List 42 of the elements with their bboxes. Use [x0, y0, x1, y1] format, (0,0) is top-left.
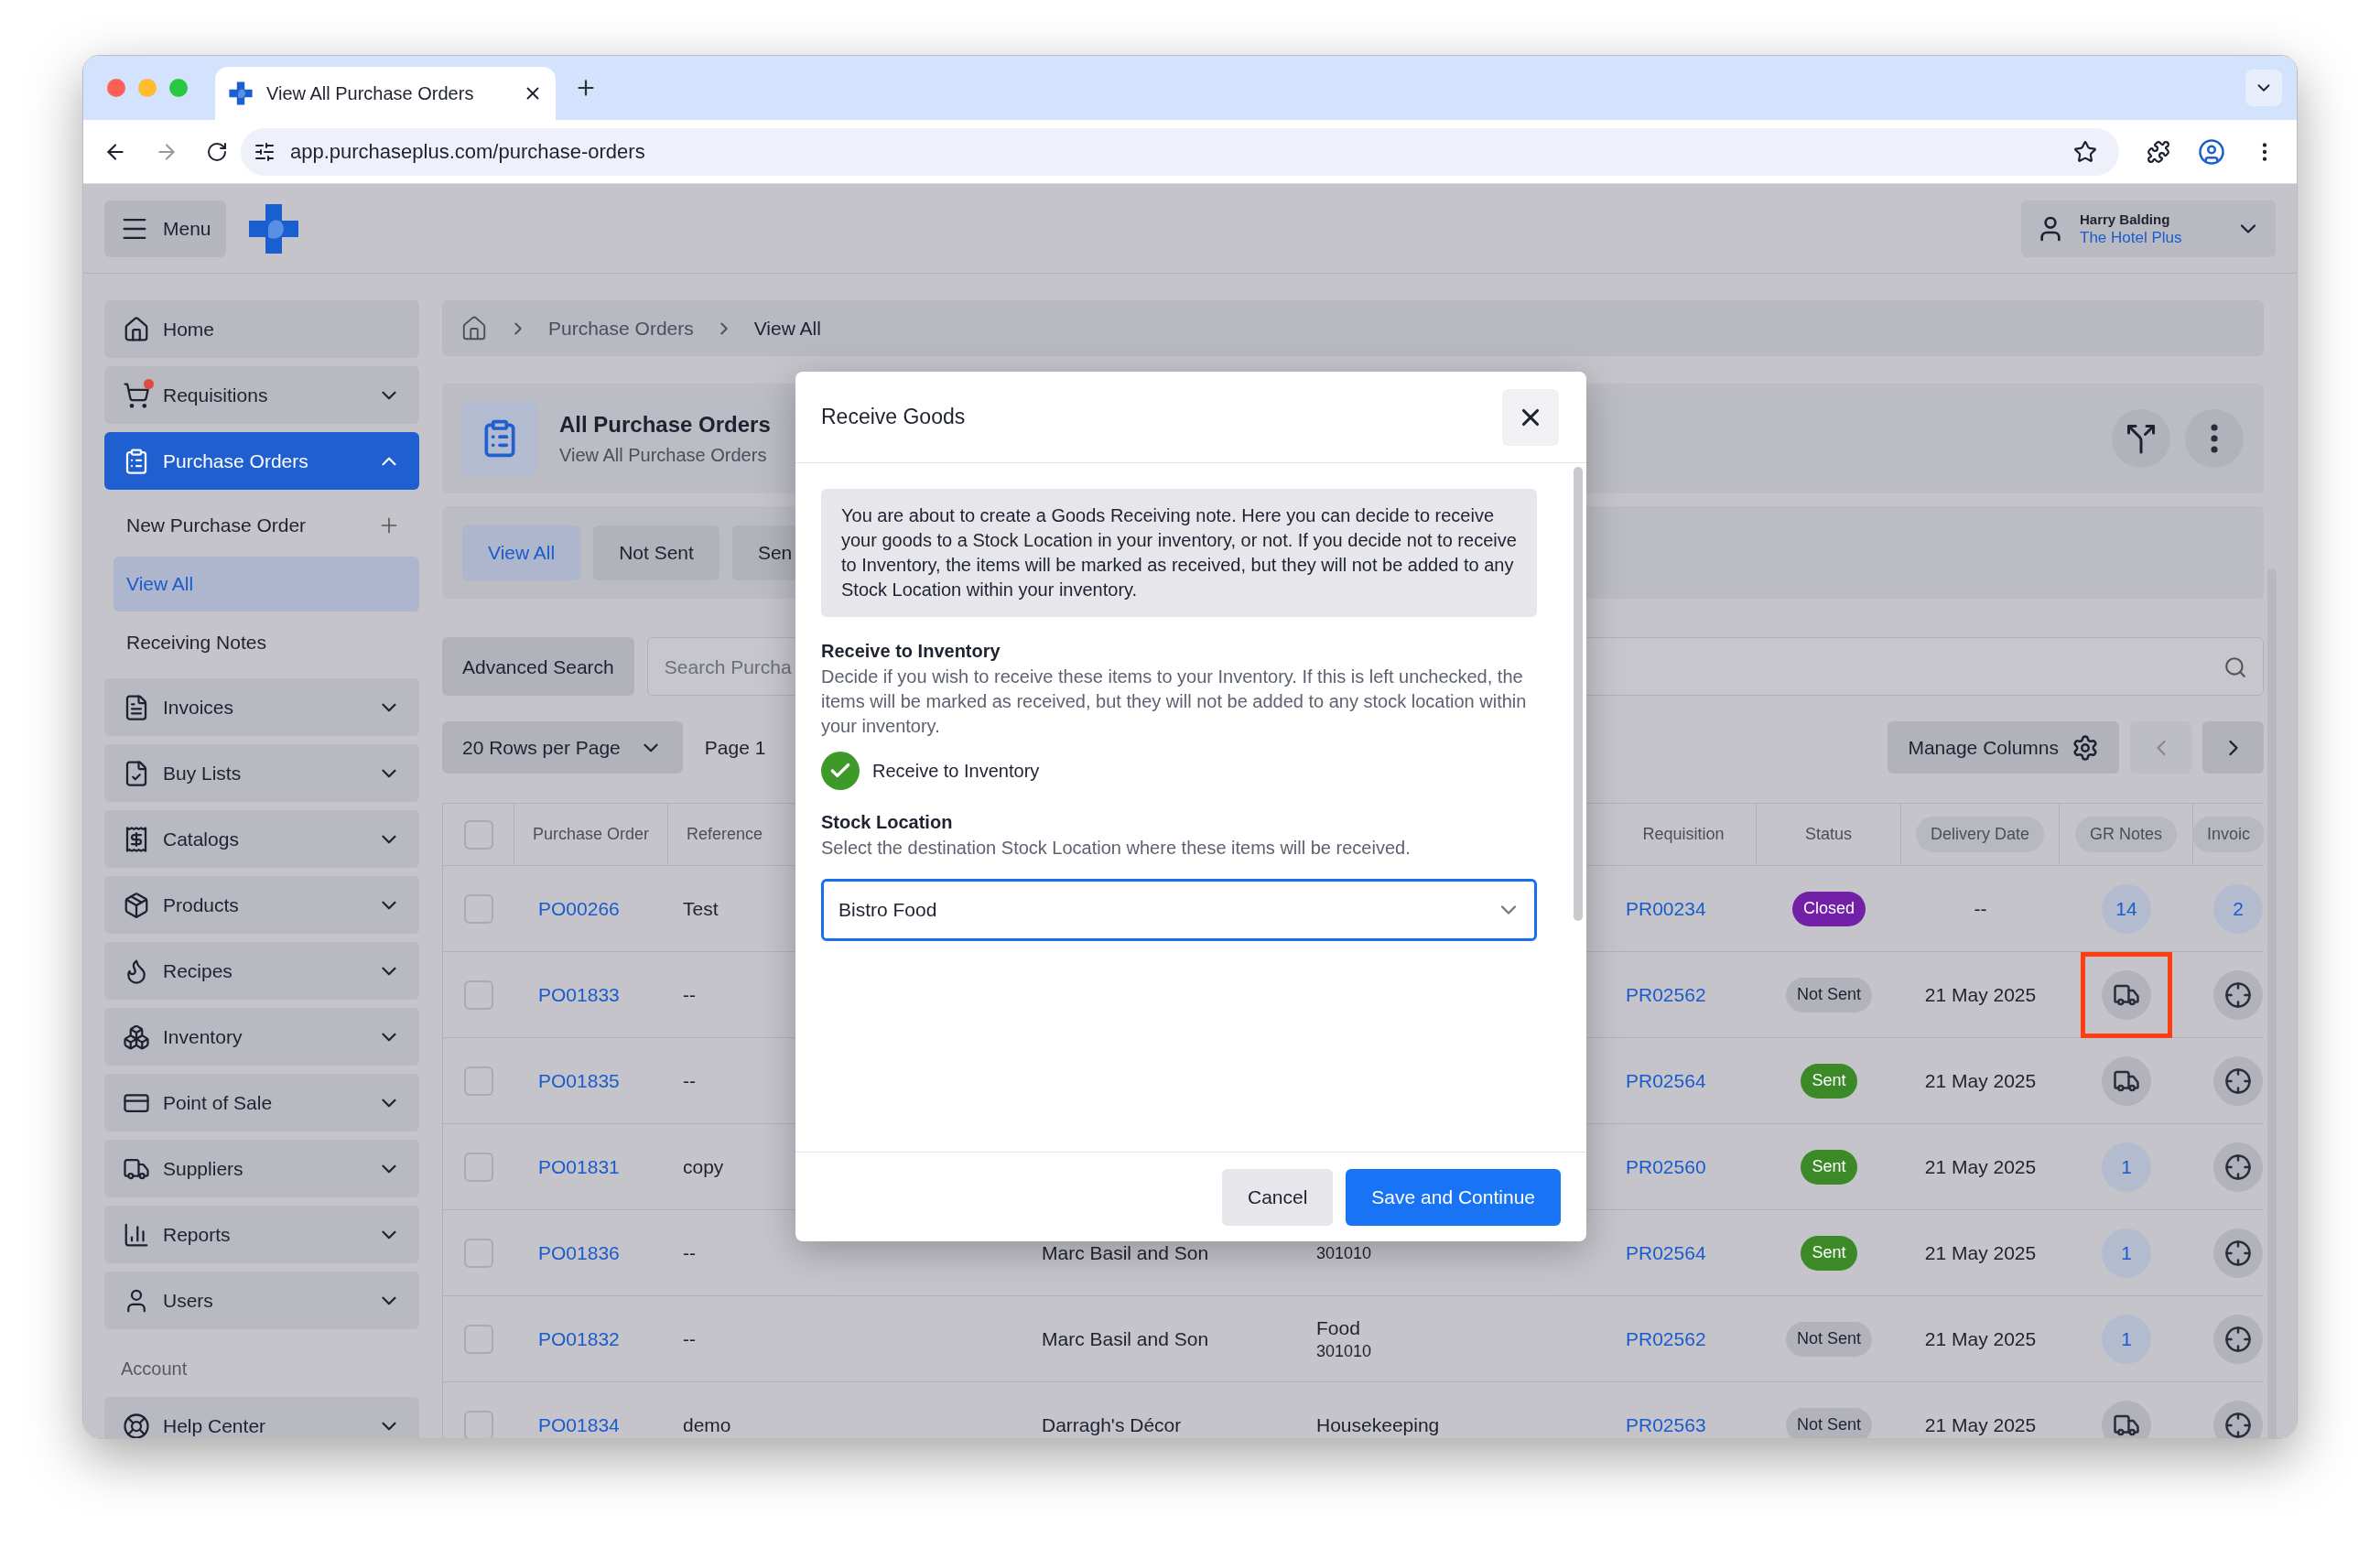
- status-badge: Not Sent: [1785, 1407, 1872, 1438]
- table-cell-text: Test: [683, 897, 719, 922]
- table-cell-text: demo: [683, 1413, 731, 1438]
- status-badge: Closed: [1792, 891, 1866, 926]
- table-cell-text: 21 May 2025: [1924, 1069, 2037, 1094]
- tab-title: View All Purchase Orders: [266, 82, 475, 105]
- table-cell-text: 21 May 2025: [1924, 983, 2037, 1008]
- status-badge: Sent: [1801, 1149, 1857, 1185]
- table-cell-text: copy: [683, 1155, 724, 1180]
- organisation-name: The Hotel Plus: [2080, 228, 2183, 247]
- table-cell-text: --: [683, 983, 696, 1008]
- page-title: All Purchase Orders: [559, 411, 771, 439]
- table-cell-text: 301010: [1316, 1242, 1372, 1264]
- table-cell-text: Darragh's Décor: [1042, 1413, 1182, 1438]
- table-cell-text: --: [683, 1069, 696, 1094]
- table-cell: Housekeeping: [1316, 1413, 1440, 1437]
- section-heading: Stock Location: [821, 811, 954, 834]
- table-cell-text: 21 May 2025: [1924, 1241, 2037, 1266]
- page-subtitle: View All Purchase Orders: [559, 444, 767, 468]
- table-cell-text: --: [1974, 897, 1987, 922]
- section-heading: Account: [120, 1358, 189, 1380]
- table-cell-text: 301010: [1316, 1340, 1372, 1362]
- page-number: Page 1: [704, 736, 766, 761]
- checkbox-label: Receive to Inventory: [872, 760, 1040, 783]
- status-badge: Not Sent: [1785, 977, 1872, 1012]
- table-cell-text: 21 May 2025: [1924, 1327, 2037, 1352]
- table-cell-text: --: [683, 1327, 696, 1352]
- table-cell-text: 21 May 2025: [1924, 1413, 2037, 1438]
- user-name: Harry Balding: [2080, 210, 2171, 229]
- section-description: Select the destination Stock Location where these items will be received.: [821, 837, 1412, 860]
- info-message: You are about to create a Goods Receiving note. Here you can decide to receive your goods to a Stock Location in your inventory, or not. If you decide not to receive to Inventory, the items will be marked as received, but they will not be added to any Stock Location within your inventory.: [821, 489, 1537, 617]
- table-cell: Food: [1316, 1315, 1360, 1340]
- dialog-title: Receive Goods: [821, 404, 967, 431]
- status-badge: Sent: [1801, 1063, 1857, 1099]
- section-description: Decide if you wish to receive these items to your Inventory. If this is left unchecked, the items will be marked as received, but they will not be added to any stock location within your inventory.: [821, 666, 1528, 738]
- status-badge: Not Sent: [1785, 1321, 1872, 1357]
- table-cell-text: --: [683, 1241, 696, 1266]
- status-badge: Sent: [1801, 1235, 1857, 1271]
- table-cell-text: Marc Basil and Son: [1042, 1241, 1209, 1266]
- table-cell-text: Marc Basil and Son: [1042, 1327, 1209, 1352]
- section-heading: Receive to Inventory: [821, 640, 1001, 663]
- table-cell-text: 21 May 2025: [1924, 1155, 2037, 1180]
